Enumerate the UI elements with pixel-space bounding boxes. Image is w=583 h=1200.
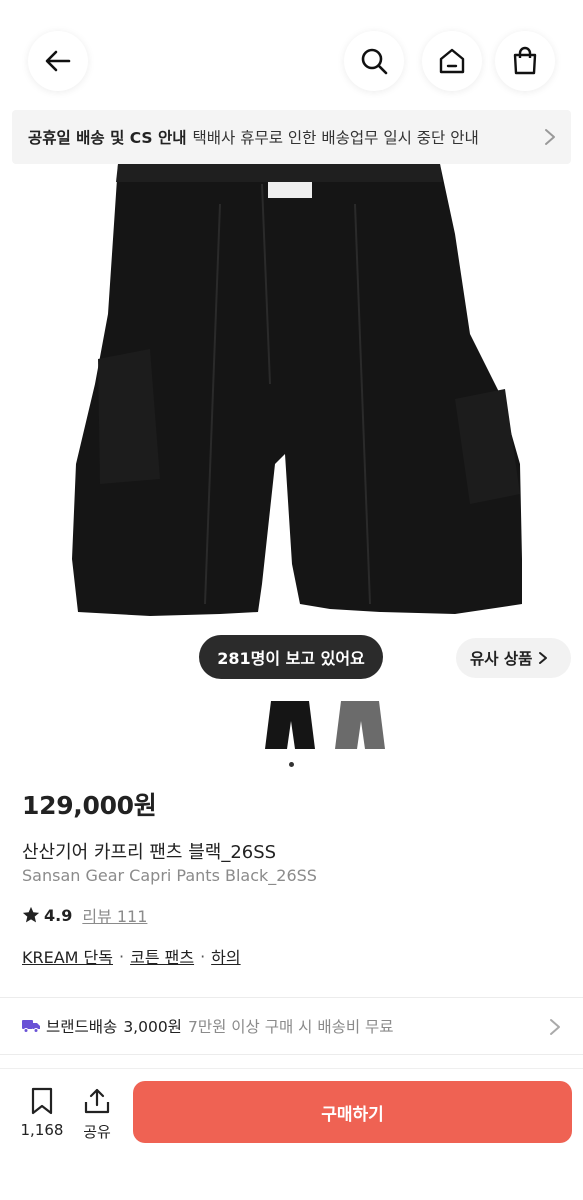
category-tags: KREAM 단독 · 코튼 팬츠 · 하의 (22, 944, 241, 968)
divider (0, 1054, 583, 1055)
notice-title: 공휴일 배송 및 CS 안내 (28, 129, 187, 147)
chevron-right-icon (550, 1019, 560, 1035)
bookmark-button[interactable]: 1,168 (20, 1087, 64, 1139)
product-image[interactable] (0, 164, 583, 684)
thumbnail-gray[interactable] (332, 696, 388, 754)
search-icon (361, 48, 388, 75)
shorts-image (72, 164, 522, 616)
buy-button[interactable]: 구매하기 (133, 1081, 572, 1143)
rating-row: 4.9 리뷰 111 (22, 903, 147, 927)
home-icon (439, 48, 465, 74)
shorts-thumbnail-black (265, 701, 315, 749)
share-button[interactable]: 공유 (78, 1087, 116, 1142)
bookmark-count: 1,168 (20, 1121, 64, 1139)
product-name-korean: 산산기어 카프리 팬츠 블랙_26SS (22, 842, 277, 863)
bookmark-icon (31, 1087, 53, 1115)
carousel-indicator (289, 762, 294, 767)
back-button[interactable] (28, 31, 88, 91)
product-price: 129,000원 (22, 791, 157, 820)
tag-kream-exclusive[interactable]: KREAM 단독 (22, 944, 113, 968)
rating-value: 4.9 (44, 905, 73, 925)
review-link[interactable]: 리뷰 111 (82, 903, 147, 927)
notice-banner[interactable]: 공휴일 배송 및 CS 안내 택배사 휴무로 인한 배송업무 일시 중단 안내 (12, 110, 571, 164)
star-icon (22, 906, 40, 923)
bottom-action-bar: 1,168 공유 구매하기 (0, 1068, 583, 1200)
tag-separator: · (119, 946, 125, 966)
arrow-left-icon (45, 50, 71, 72)
truck-icon (22, 1020, 40, 1033)
shipping-info-row[interactable]: 브랜드배송 3,000원 7만원 이상 구매 시 배송비 무료 (22, 1011, 567, 1041)
similar-products-button[interactable]: 유사 상품 (456, 638, 571, 678)
similar-products-label: 유사 상품 (470, 650, 533, 668)
shipping-note: 7만원 이상 구매 시 배송비 무료 (187, 1018, 394, 1036)
chevron-right-icon (539, 652, 548, 664)
product-name-english: Sansan Gear Capri Pants Black_26SS (22, 866, 317, 885)
home-button[interactable] (422, 31, 482, 91)
thumbnail-black[interactable] (262, 696, 318, 754)
divider (0, 997, 583, 998)
chevron-right-icon (545, 129, 555, 145)
tag-cotton-pants[interactable]: 코튼 팬츠 (130, 944, 194, 968)
tag-separator: · (200, 946, 206, 966)
share-label: 공유 (83, 1123, 111, 1141)
share-icon (84, 1088, 110, 1114)
shipping-label: 브랜드배송 (46, 1018, 118, 1036)
shorts-thumbnail-gray (335, 701, 385, 749)
search-button[interactable] (344, 31, 404, 91)
top-bar (0, 0, 583, 110)
shipping-fee: 3,000원 (123, 1018, 182, 1036)
notice-text: 택배사 휴무로 인한 배송업무 일시 중단 안내 (192, 129, 479, 147)
cart-button[interactable] (495, 31, 555, 91)
viewers-badge: 281명이 보고 있어요 (199, 635, 383, 679)
shopping-bag-icon (513, 46, 537, 75)
tag-bottoms[interactable]: 하의 (211, 944, 240, 968)
